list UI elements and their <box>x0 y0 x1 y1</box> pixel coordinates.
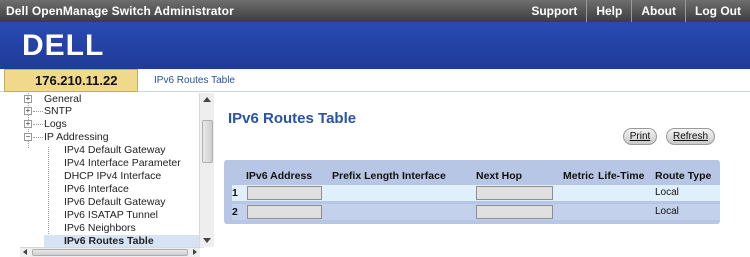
next-hop-field[interactable] <box>476 186 553 200</box>
tree-connector <box>33 111 43 112</box>
brand-banner: DELL <box>0 22 750 69</box>
sidebar-item-ipv4-interface-parameter[interactable]: IPv4 Interface Parameter <box>64 157 181 170</box>
support-link[interactable]: Support <box>522 0 586 22</box>
breadcrumb[interactable]: IPv6 Routes Table <box>154 75 235 86</box>
expand-icon[interactable]: + <box>24 120 32 128</box>
page-title: IPv6 Routes Table <box>228 110 357 127</box>
sidebar-tree: + General + SNTP + Logs − IP Addressing … <box>20 93 214 257</box>
scroll-right-icon[interactable] <box>193 249 197 255</box>
table-row: 1 Local <box>232 185 720 201</box>
column-header: Prefix Length Interface <box>332 170 446 182</box>
tree-connector <box>48 147 49 242</box>
next-hop-field[interactable] <box>476 205 553 219</box>
device-ip-box[interactable]: 176.210.11.22 <box>4 69 138 92</box>
routes-table: IPv6 Address Prefix Length Interface Nex… <box>224 160 720 224</box>
tree-connector <box>33 124 43 125</box>
expand-icon[interactable]: + <box>24 107 32 115</box>
sidebar-item-sntp[interactable]: SNTP <box>44 105 72 118</box>
ipv6-address-field[interactable] <box>247 186 322 200</box>
expand-icon[interactable]: + <box>24 95 32 103</box>
top-nav: Support Help About Log Out <box>522 0 750 22</box>
sidebar-item-logs[interactable]: Logs <box>44 118 67 131</box>
sidebar-horizontal-scrollbar[interactable] <box>20 247 200 257</box>
route-type: Local <box>655 206 679 217</box>
collapse-icon[interactable]: − <box>24 133 32 141</box>
print-button[interactable]: Print <box>623 128 657 145</box>
scrollbar-thumb[interactable] <box>32 249 188 256</box>
refresh-button[interactable]: Refresh <box>666 128 715 145</box>
sidebar-item-ipv6-interface[interactable]: IPv6 Interface <box>64 183 129 196</box>
sidebar-item-dhcp-ipv4-interface[interactable]: DHCP IPv4 Interface <box>64 170 161 183</box>
ipv6-address-field[interactable] <box>247 205 322 219</box>
scroll-up-icon[interactable] <box>203 97 211 102</box>
device-bar: 176.210.11.22 IPv6 Routes Table <box>0 69 750 92</box>
tree-connector <box>33 137 43 138</box>
route-type: Local <box>655 187 679 198</box>
dell-logo: DELL <box>22 29 105 62</box>
scrollbar-thumb[interactable] <box>202 120 213 163</box>
help-link[interactable]: Help <box>586 0 631 22</box>
sidebar-vertical-scrollbar[interactable] <box>199 93 214 247</box>
sidebar-item-ipv6-neighbors[interactable]: IPv6 Neighbors <box>64 222 136 235</box>
row-number: 1 <box>232 187 238 199</box>
device-ip: 176.210.11.22 <box>35 73 118 88</box>
column-header: IPv6 Address <box>246 170 313 182</box>
column-header: Metric <box>563 170 594 182</box>
column-header: Life-Time <box>598 170 645 182</box>
table-header: IPv6 Address Prefix Length Interface Nex… <box>224 170 720 183</box>
sidebar-item-ipv6-default-gateway[interactable]: IPv6 Default Gateway <box>64 196 166 209</box>
top-bar: Dell OpenManage Switch Administrator Sup… <box>0 0 750 22</box>
app-title: Dell OpenManage Switch Administrator <box>6 4 234 18</box>
about-link[interactable]: About <box>631 0 685 22</box>
column-header: Next Hop <box>476 170 523 182</box>
logout-link[interactable]: Log Out <box>685 0 750 22</box>
row-number: 2 <box>232 206 238 218</box>
sidebar-item-ipv6-isatap-tunnel[interactable]: IPv6 ISATAP Tunnel <box>64 209 158 222</box>
table-row: 2 Local <box>232 204 720 220</box>
sidebar-item-ipv4-default-gateway[interactable]: IPv4 Default Gateway <box>64 144 166 157</box>
sidebar-item-ip-addressing[interactable]: IP Addressing <box>44 131 109 144</box>
scroll-down-icon[interactable] <box>203 238 211 243</box>
scroll-left-icon[interactable] <box>23 249 27 255</box>
column-header: Route Type <box>655 170 712 182</box>
